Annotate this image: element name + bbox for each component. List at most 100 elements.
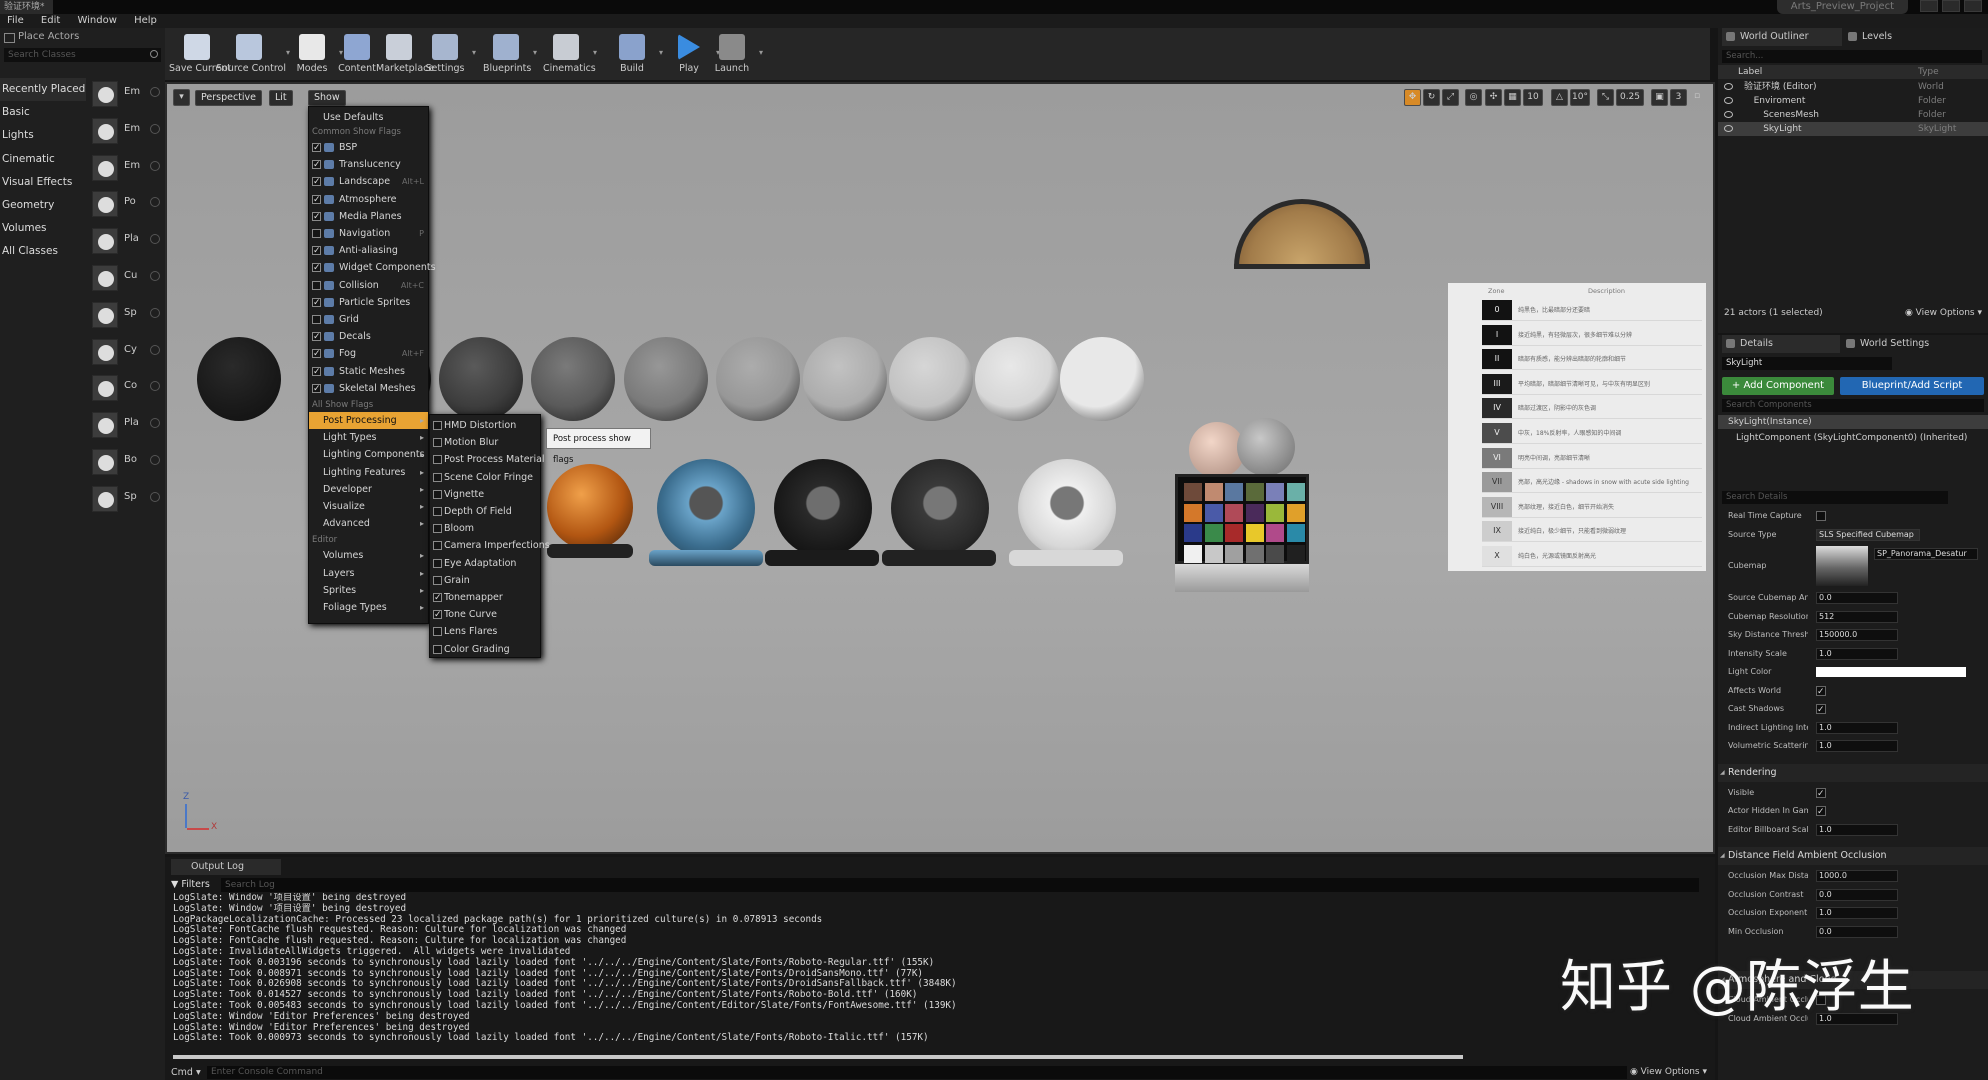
blueprints-button[interactable]: Blueprints ▾ bbox=[483, 30, 537, 78]
post-flag-camera-imperfections[interactable]: Camera Imperfections bbox=[430, 537, 550, 554]
actor-item[interactable]: Pla bbox=[88, 225, 160, 255]
launch-button[interactable]: Launch ▾ bbox=[709, 30, 763, 78]
property-value[interactable]: 150000.0 bbox=[1816, 629, 1898, 641]
show-flag-decals[interactable]: Decals bbox=[309, 328, 428, 346]
outliner-view-options[interactable]: ◉ View Options ▾ bbox=[1905, 308, 1982, 318]
submenu-foliage-types[interactable]: Foliage Types ▸ bbox=[309, 599, 428, 616]
grid-snap-icon[interactable]: ▦ bbox=[1504, 89, 1521, 106]
gray-sphere[interactable] bbox=[439, 337, 523, 421]
post-flag-hmd-distortion[interactable]: HMD Distortion bbox=[430, 417, 540, 434]
submenu-visualize[interactable]: Visualize ▸ bbox=[309, 498, 428, 515]
output-log-tab[interactable]: Output Log bbox=[171, 859, 281, 875]
property-value[interactable]: 0.0 bbox=[1816, 888, 1898, 901]
actor-item[interactable]: Sp bbox=[88, 299, 160, 329]
submenu-lighting-components[interactable]: Lighting Components ▸ bbox=[309, 446, 428, 463]
actor-item[interactable]: Em bbox=[88, 152, 160, 182]
category-6[interactable]: Volumes bbox=[0, 217, 86, 240]
outliner-row[interactable]: ScenesMesh Folder bbox=[1718, 108, 1988, 122]
settings-button[interactable]: Settings ▾ bbox=[422, 30, 476, 78]
build-button[interactable]: Build ▾ bbox=[609, 30, 663, 78]
help-icon[interactable] bbox=[150, 234, 160, 245]
category-2[interactable]: Lights bbox=[0, 124, 86, 147]
help-icon[interactable] bbox=[150, 344, 160, 355]
world-local-icon[interactable]: ◎ bbox=[1465, 89, 1482, 106]
checkbox[interactable] bbox=[433, 421, 442, 430]
source-control-button[interactable]: Source Control ▾ bbox=[216, 30, 290, 78]
checkbox[interactable] bbox=[312, 381, 321, 398]
tab-world-outliner[interactable]: World Outliner bbox=[1722, 28, 1842, 46]
post-flag-tonemapper[interactable]: Tonemapper bbox=[430, 589, 540, 607]
post-flag-tone-curve[interactable]: Tone Curve bbox=[430, 606, 540, 624]
rendering-category[interactable]: Rendering bbox=[1718, 763, 1988, 782]
help-icon[interactable] bbox=[150, 271, 160, 281]
lit-button[interactable]: Lit bbox=[269, 90, 293, 106]
post-flag-grain[interactable]: Grain bbox=[430, 572, 540, 589]
gray-sphere[interactable] bbox=[1237, 418, 1295, 476]
actor-name-field[interactable]: SkyLight bbox=[1722, 357, 1892, 370]
checkbox[interactable] bbox=[312, 192, 321, 209]
marketplace-button[interactable]: Marketplace bbox=[376, 30, 434, 78]
submenu-post-processing[interactable]: Post Processing ▸ bbox=[309, 412, 428, 429]
scale-snap-value[interactable]: 0.25 bbox=[1616, 89, 1644, 106]
checkbox[interactable] bbox=[312, 140, 321, 157]
checkbox[interactable] bbox=[312, 329, 321, 346]
tab-details[interactable]: Details bbox=[1722, 335, 1840, 353]
show-flag-widget-components[interactable]: Widget Components bbox=[309, 259, 436, 277]
submenu-developer[interactable]: Developer ▸ bbox=[309, 481, 428, 498]
submenu-lighting-features[interactable]: Lighting Features ▸ bbox=[309, 464, 428, 481]
submenu-advanced[interactable]: Advanced ▸ bbox=[309, 515, 428, 532]
search-log-input[interactable]: Search Log bbox=[221, 878, 1699, 892]
checkbox[interactable] bbox=[312, 280, 321, 290]
help-icon[interactable] bbox=[150, 381, 160, 392]
property-value[interactable]: 0.0 bbox=[1816, 925, 1898, 938]
checkbox[interactable] bbox=[312, 315, 321, 324]
surface-snap-icon[interactable]: ✣ bbox=[1485, 89, 1502, 106]
checkbox[interactable] bbox=[433, 607, 442, 624]
property-value[interactable]: 1.0 bbox=[1816, 823, 1898, 836]
maximize-viewport-icon[interactable]: ▫ bbox=[1691, 89, 1703, 106]
orange-material-ball[interactable] bbox=[547, 464, 633, 550]
component-skylight[interactable]: LightComponent (SkyLightComponent0) (Inh… bbox=[1718, 431, 1988, 445]
blueprint-button[interactable]: Blueprint/Add Script bbox=[1840, 377, 1984, 395]
help-icon[interactable] bbox=[150, 160, 160, 171]
scale-snap-icon[interactable]: ⤡ bbox=[1597, 89, 1614, 106]
checkbox[interactable] bbox=[312, 295, 321, 312]
menu-help[interactable]: Help bbox=[127, 14, 164, 28]
tab-levels[interactable]: Levels bbox=[1844, 28, 1914, 46]
chevron-down-icon[interactable]: ▾ bbox=[759, 48, 763, 57]
cubemap-asset[interactable]: SP_Panorama_Desatur bbox=[1874, 548, 1978, 560]
help-icon[interactable] bbox=[150, 455, 160, 465]
checkbox[interactable] bbox=[433, 590, 442, 607]
perspective-button[interactable]: Perspective bbox=[195, 90, 263, 106]
checkbox[interactable] bbox=[433, 541, 442, 551]
post-flag-eye-adaptation[interactable]: Eye Adaptation bbox=[430, 555, 540, 572]
search-details-input[interactable]: Search Details bbox=[1722, 491, 1948, 504]
visibility-eye-icon[interactable] bbox=[1724, 111, 1733, 118]
add-component-button[interactable]: + Add Component bbox=[1722, 377, 1834, 395]
show-flag-media-planes[interactable]: Media Planes bbox=[309, 208, 428, 226]
checkbox[interactable] bbox=[312, 260, 321, 277]
play-button[interactable]: Play ▾ bbox=[666, 30, 720, 78]
content-button[interactable]: Content bbox=[334, 30, 380, 78]
post-flag-scene-color-fringe[interactable]: Scene Color Fringe bbox=[430, 469, 540, 486]
property-checkbox[interactable] bbox=[1816, 803, 1826, 821]
property-checkbox[interactable] bbox=[1816, 701, 1826, 719]
rotation-snap-icon[interactable]: △ bbox=[1551, 89, 1568, 106]
property-value[interactable]: 0.0 bbox=[1816, 592, 1898, 604]
submenu-volumes[interactable]: Volumes ▸ bbox=[309, 547, 428, 564]
category-1[interactable]: Basic bbox=[0, 101, 86, 124]
gray-sphere[interactable] bbox=[531, 337, 615, 421]
show-flag-collision[interactable]: Collision Alt+C bbox=[309, 277, 428, 294]
show-flag-anti-aliasing[interactable]: Anti-aliasing bbox=[309, 242, 428, 260]
help-icon[interactable] bbox=[150, 418, 160, 429]
scale-icon[interactable]: ⤢ bbox=[1442, 89, 1459, 106]
filters-button[interactable]: ▼ Filters bbox=[171, 878, 210, 892]
menu-window[interactable]: Window bbox=[70, 14, 123, 28]
dark-metal-material-ball[interactable] bbox=[891, 459, 989, 557]
show-flag-atmosphere[interactable]: Atmosphere bbox=[309, 191, 428, 209]
post-flag-depth-of-field[interactable]: Depth Of Field bbox=[430, 503, 540, 520]
chevron-down-icon[interactable]: ▾ bbox=[533, 48, 537, 57]
search-classes-input[interactable]: Search Classes bbox=[4, 48, 161, 62]
category-7[interactable]: All Classes bbox=[0, 240, 86, 263]
menu-use-defaults[interactable]: Use Defaults bbox=[309, 109, 428, 126]
